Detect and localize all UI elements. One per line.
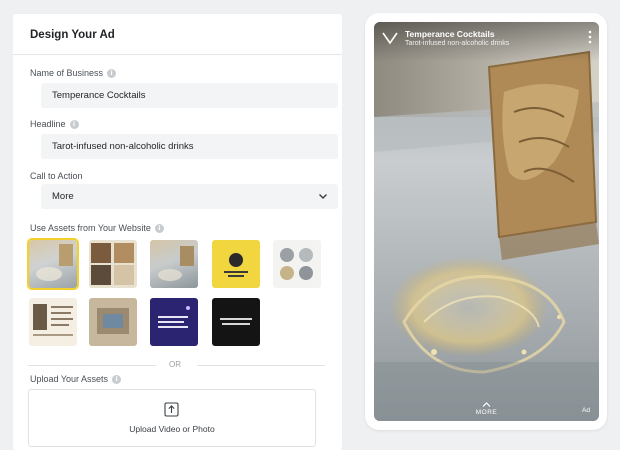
business-name-value: Temperance Cocktails <box>52 90 146 101</box>
upload-button-label: Upload Video or Photo <box>129 424 215 434</box>
headline-label: Headline i <box>30 119 79 129</box>
panel-header: Design Your Ad <box>13 14 342 55</box>
asset-image <box>280 248 313 280</box>
headline-value: Tarot-infused non-alcoholic drinks <box>52 141 194 152</box>
business-name-label: Name of Business i <box>30 68 117 78</box>
or-text: OR <box>169 360 181 369</box>
design-ad-panel: Design Your Ad Name of Business i Temper… <box>13 14 342 450</box>
chevron-up-icon <box>482 402 491 407</box>
asset-thumbnail[interactable] <box>29 298 77 346</box>
call-to-action-select[interactable]: More <box>41 184 338 209</box>
ad-preview-screen: Temperance Cocktails Tarot-infused non-a… <box>374 22 599 421</box>
asset-thumbnail[interactable] <box>89 240 137 288</box>
headline-label-text: Headline <box>30 119 66 129</box>
info-icon[interactable]: i <box>69 119 79 129</box>
asset-thumbnail[interactable] <box>89 298 137 346</box>
asset-thumbnail[interactable] <box>212 298 260 346</box>
divider-line <box>197 365 325 366</box>
upload-assets-label: Upload Your Assets i <box>30 374 122 384</box>
ad-background-image <box>374 22 599 421</box>
asset-thumbnail[interactable] <box>212 240 260 288</box>
ad-headline: Tarot-infused non-alcoholic drinks <box>405 40 510 47</box>
brand-logo-icon <box>382 32 398 45</box>
upload-icon <box>164 402 179 417</box>
asset-thumbnail[interactable] <box>150 298 198 346</box>
asset-image <box>158 246 194 281</box>
or-divider: OR <box>28 360 325 370</box>
upload-assets-label-text: Upload Your Assets <box>30 374 109 384</box>
asset-thumbnail[interactable] <box>150 240 198 288</box>
info-icon[interactable]: i <box>154 223 164 233</box>
upload-button[interactable]: Upload Video or Photo <box>28 389 316 447</box>
asset-image <box>224 253 248 277</box>
divider-line <box>28 365 156 366</box>
call-to-action-label-text: Call to Action <box>30 171 83 181</box>
info-icon[interactable]: i <box>112 374 122 384</box>
asset-image <box>158 306 190 328</box>
website-assets-label-text: Use Assets from Your Website <box>30 223 151 233</box>
asset-image <box>91 243 134 285</box>
asset-thumbnail[interactable] <box>273 240 321 288</box>
chevron-down-icon <box>319 194 327 199</box>
ad-brand-name: Temperance Cocktails <box>405 29 495 39</box>
call-to-action-label: Call to Action <box>30 171 83 181</box>
page-title: Design Your Ad <box>30 29 115 41</box>
asset-image <box>36 244 73 281</box>
headline-input[interactable]: Tarot-infused non-alcoholic drinks <box>41 134 338 159</box>
swipe-up-more[interactable]: MORE <box>374 409 599 416</box>
info-icon[interactable]: i <box>107 68 117 78</box>
ad-preview-phone: Temperance Cocktails Tarot-infused non-a… <box>365 13 607 430</box>
asset-image <box>97 308 129 334</box>
more-vertical-icon[interactable] <box>588 30 592 44</box>
business-name-label-text: Name of Business <box>30 68 104 78</box>
business-name-input[interactable]: Temperance Cocktails <box>41 83 338 108</box>
asset-image <box>220 318 252 325</box>
website-assets-label: Use Assets from Your Website i <box>30 223 164 233</box>
ad-badge: Ad <box>582 407 590 414</box>
call-to-action-value: More <box>52 191 74 202</box>
asset-thumbnail[interactable] <box>27 238 79 290</box>
asset-image <box>33 304 73 336</box>
